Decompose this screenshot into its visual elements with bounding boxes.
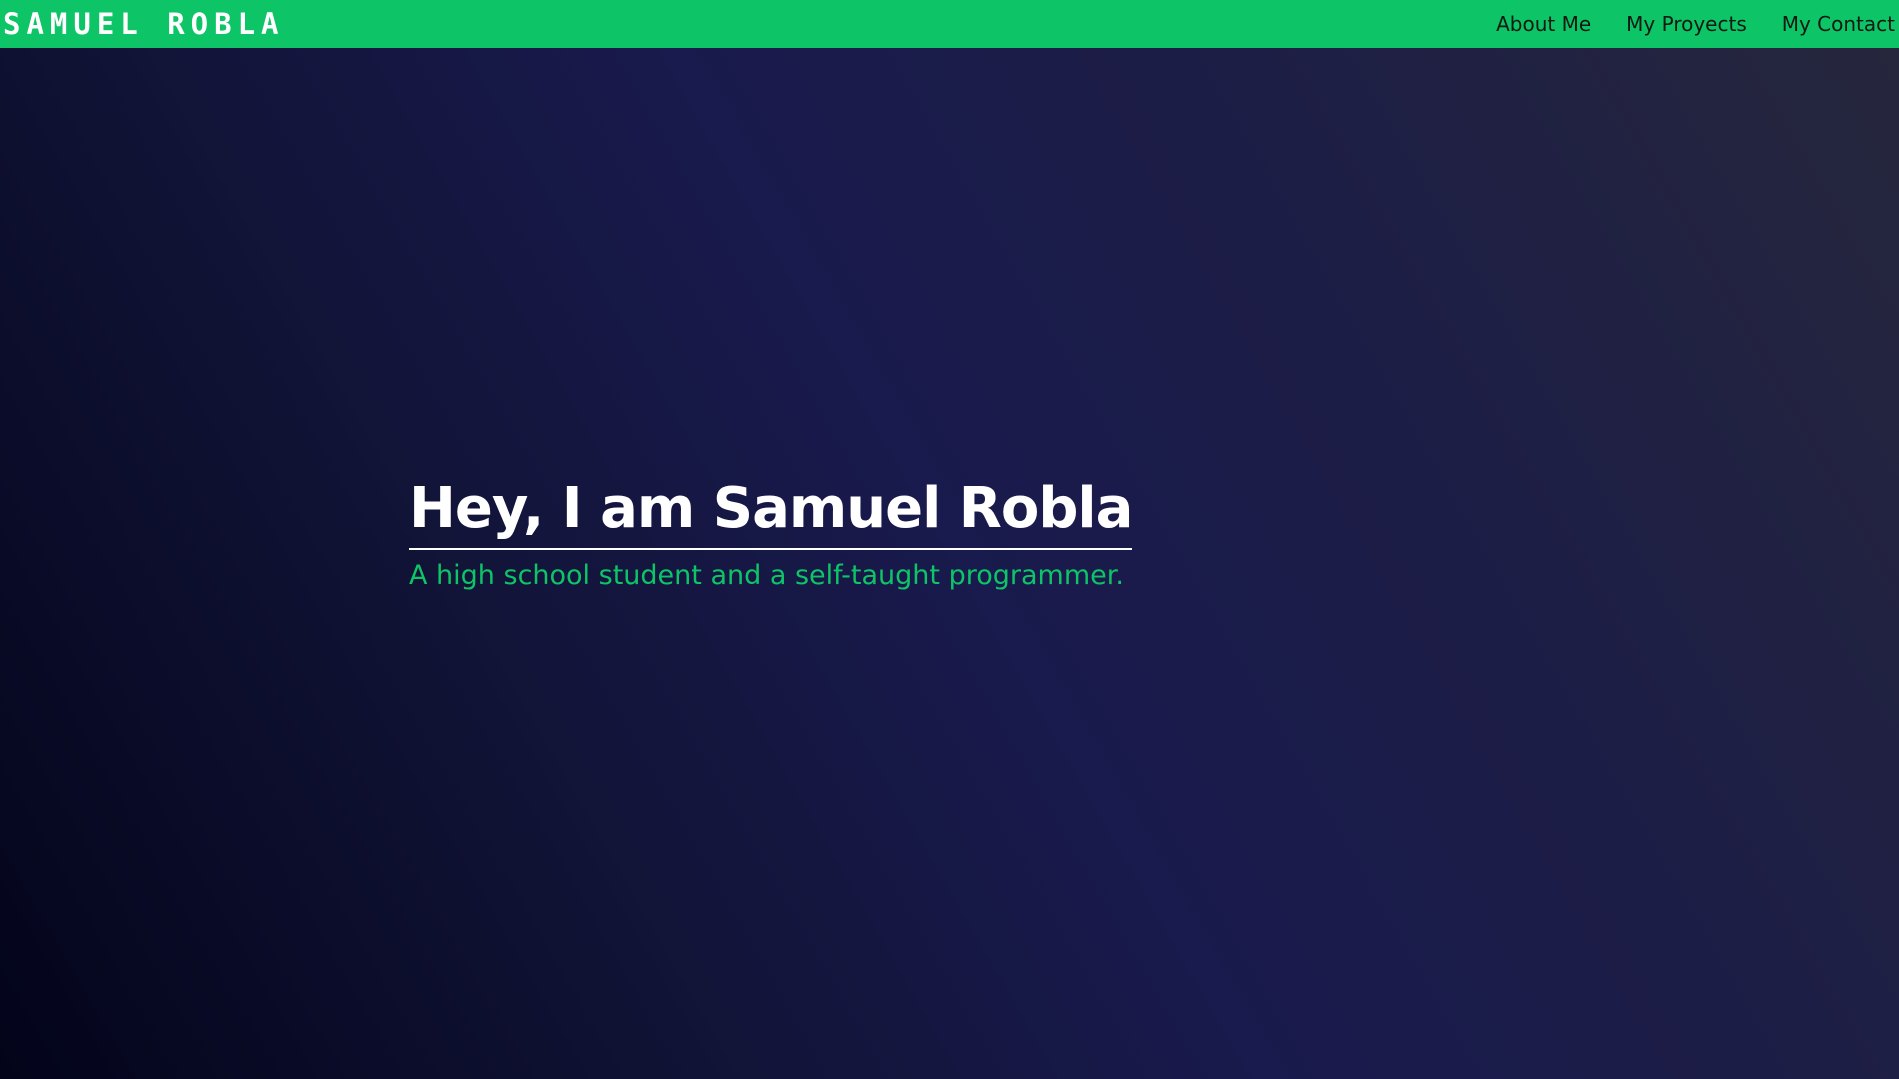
hero-title: Hey, I am Samuel Robla <box>409 478 1133 550</box>
nav-link-my-contact[interactable]: My Contact <box>1782 12 1895 36</box>
nav-link-my-proyects[interactable]: My Proyects <box>1626 12 1747 36</box>
top-navbar: SAMUEL ROBLA About Me My Proyects My Con… <box>0 0 1899 48</box>
nav-links: About Me My Proyects My Contact <box>1461 0 1899 48</box>
hero-section: Hey, I am Samuel Robla A high school stu… <box>409 478 1133 591</box>
hero-subtitle: A high school student and a self-taught … <box>409 559 1124 591</box>
site-brand-logo[interactable]: SAMUEL ROBLA <box>0 0 285 48</box>
nav-link-about-me[interactable]: About Me <box>1496 12 1591 36</box>
